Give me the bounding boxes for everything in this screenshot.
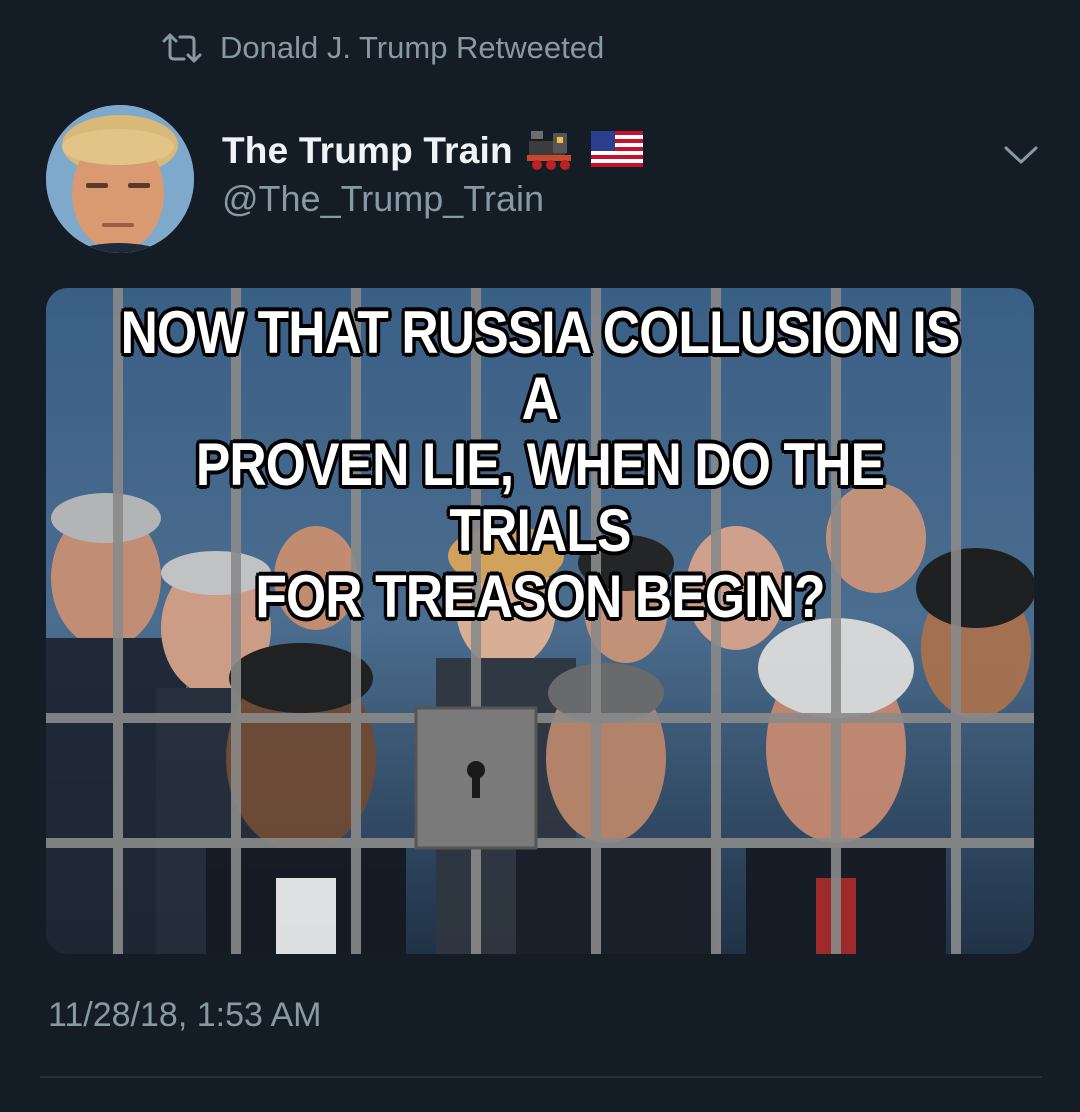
author-block[interactable]: The Trump Train @The_Trump_Train: [222, 126, 643, 220]
chevron-down-icon[interactable]: [1002, 140, 1040, 170]
retweet-label[interactable]: Donald J. Trump Retweeted: [220, 30, 604, 66]
avatar[interactable]: [46, 105, 194, 253]
locomotive-emoji: [526, 127, 577, 176]
meme-caption: NOW THAT RUSSIA COLLUSION IS A PROVEN LI…: [120, 299, 961, 630]
divider: [40, 1076, 1042, 1078]
tweet-media-image[interactable]: NOW THAT RUSSIA COLLUSION IS A PROVEN LI…: [46, 288, 1034, 954]
handle[interactable]: @The_Trump_Train: [222, 178, 643, 220]
display-name[interactable]: The Trump Train: [222, 130, 513, 172]
tweet-page: Donald J. Trump Retweeted The Trump Trai…: [0, 0, 1080, 1112]
us-flag-emoji: [590, 130, 643, 172]
tweet-timestamp[interactable]: 11/28/18, 1:53 AM: [48, 996, 321, 1035]
display-name-row: The Trump Train: [222, 126, 643, 176]
retweet-icon: [160, 33, 204, 63]
retweet-header: Donald J. Trump Retweeted: [160, 28, 604, 68]
